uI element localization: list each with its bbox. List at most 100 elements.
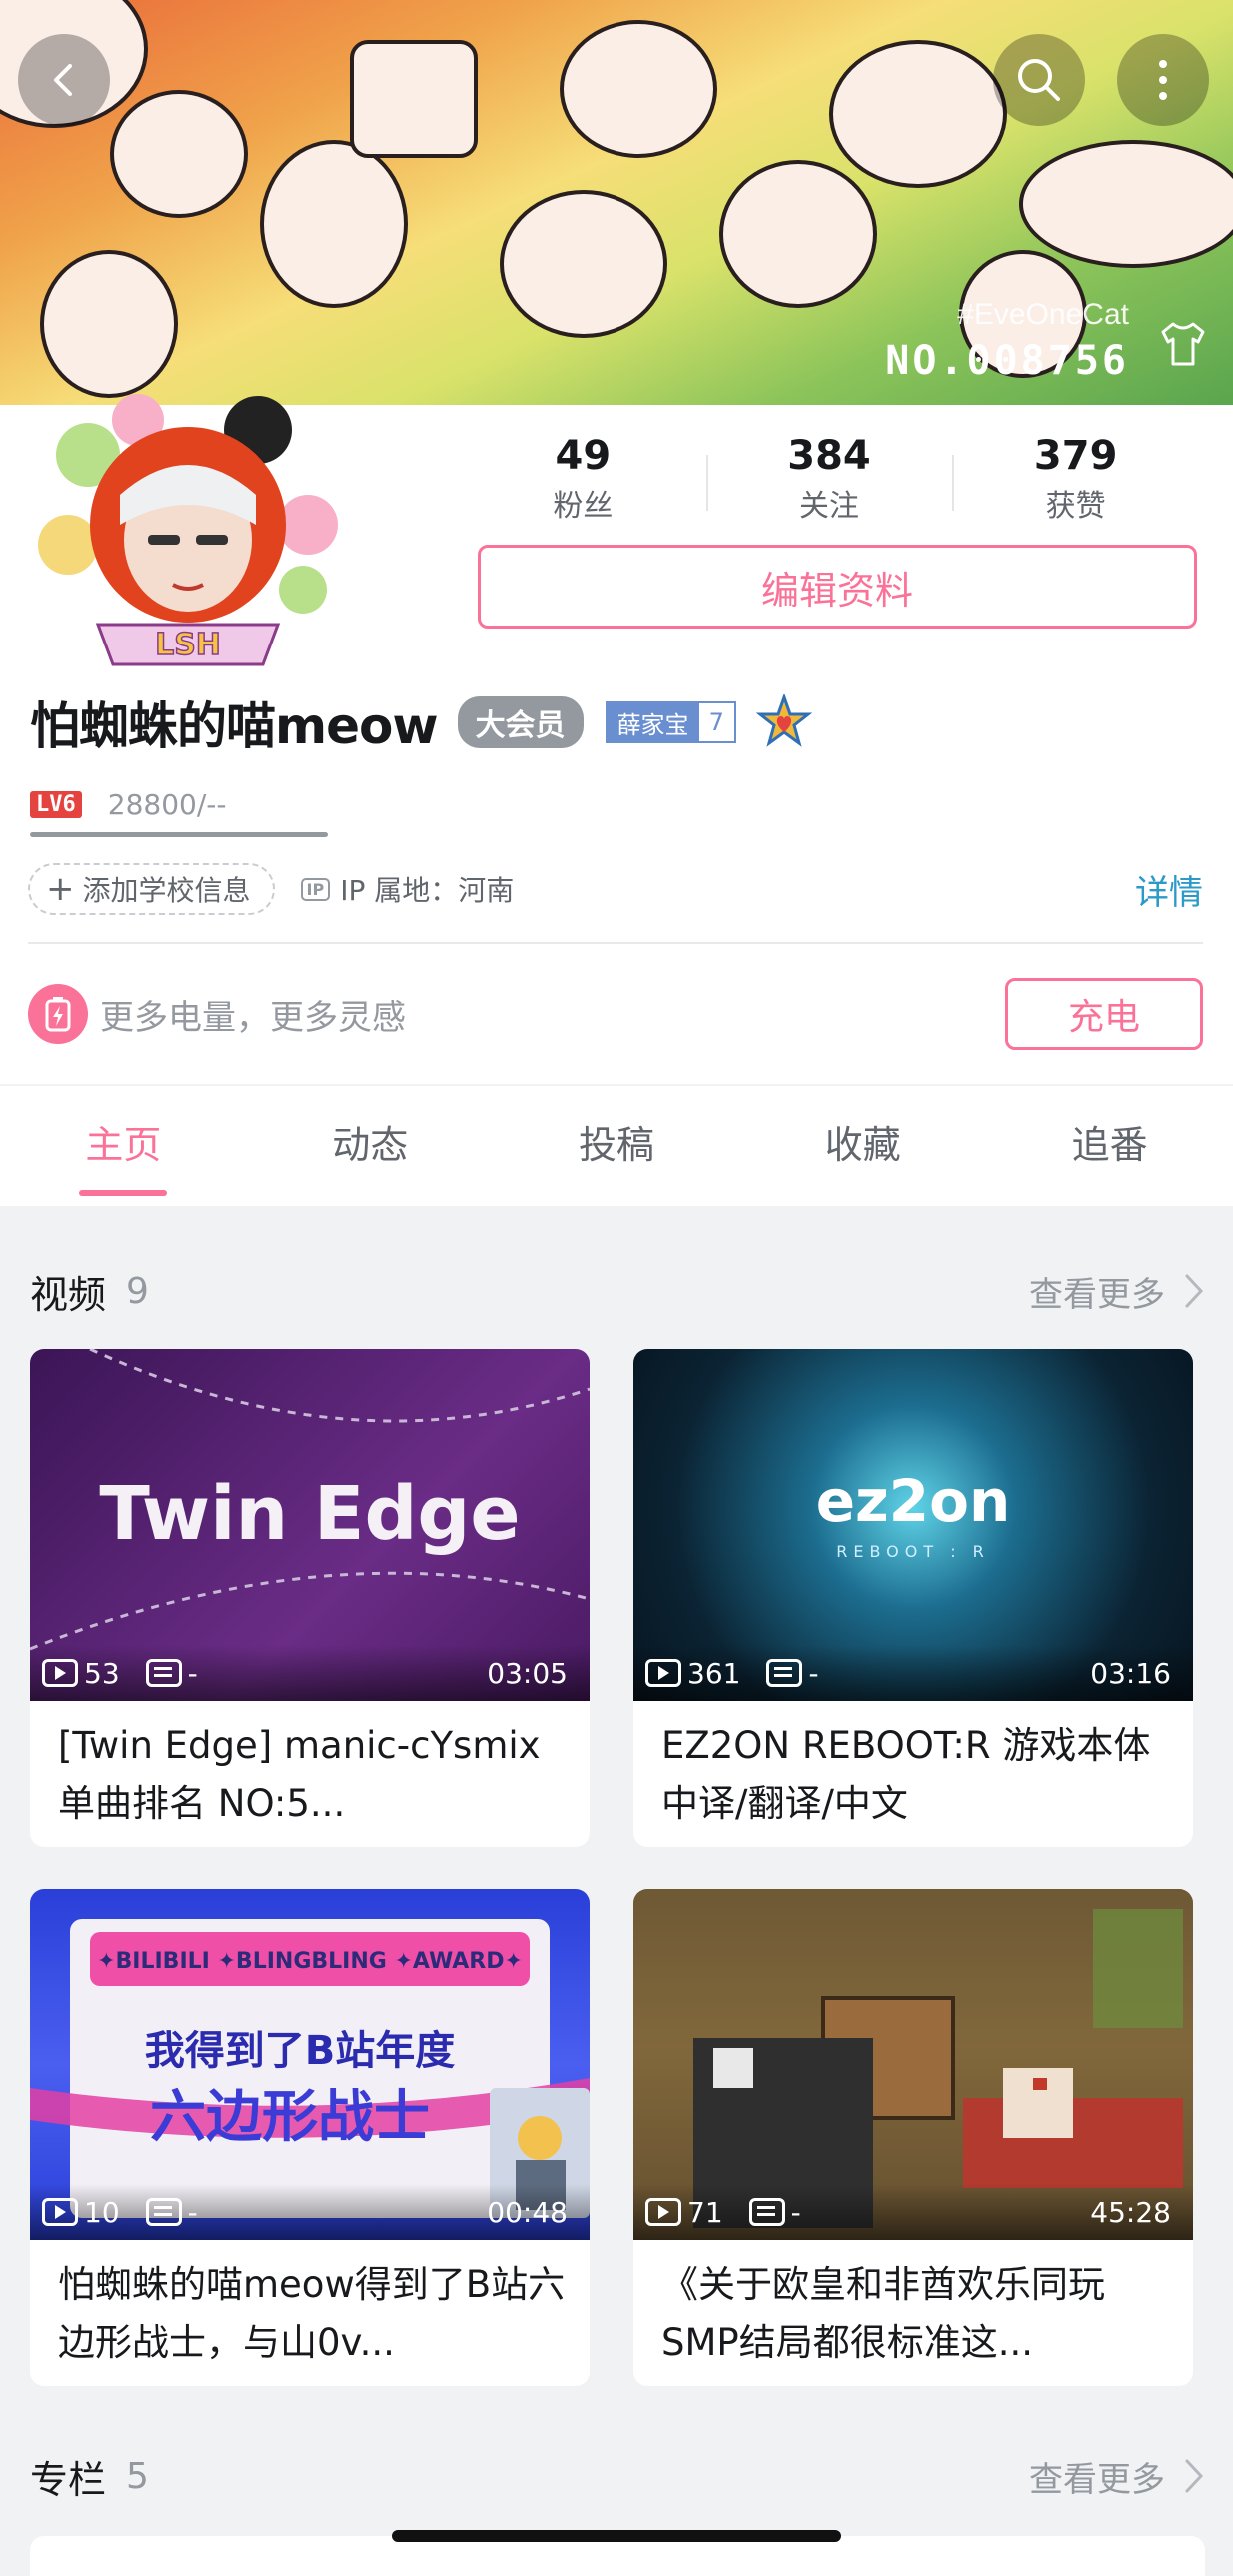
details-link[interactable]: 详情	[1135, 865, 1203, 914]
video-thumbnail: ✦BILIBILI ✦BLINGBLING ✦AWARD✦ 我得到了B站年度 六…	[30, 1889, 590, 2240]
back-button[interactable]	[18, 34, 110, 126]
play-count-icon	[645, 1659, 681, 1687]
medal-level: 7	[698, 703, 734, 741]
banner-doodle	[350, 40, 478, 158]
stat-label: 关注	[799, 489, 859, 524]
stat-label: 获赞	[1045, 489, 1106, 524]
level-badge: LV6	[30, 791, 82, 818]
danmaku-icon	[748, 2198, 785, 2226]
plus-icon: +	[46, 869, 75, 909]
video-meta: 361 - 03:16	[633, 1645, 1193, 1701]
profile-tabs: 主页 动态 投稿 收藏 追番	[0, 1086, 1233, 1206]
video-card[interactable]: ez2on REBOOT : R 361 - 03:16 EZ2ON REBOO…	[633, 1349, 1193, 1847]
duration: 45:28	[1090, 2195, 1171, 2229]
view-more-label: 查看更多	[1029, 2459, 1165, 2500]
view-count: 71	[687, 2195, 723, 2229]
profile-banner: #EveOneCat NO.008756	[0, 0, 1233, 405]
play-count-icon	[42, 1659, 78, 1687]
play-count-icon	[645, 2198, 681, 2226]
tab-home[interactable]: 主页	[0, 1086, 247, 1206]
chevron-right-icon	[1185, 2459, 1204, 2493]
video-meta: 71 - 45:28	[633, 2184, 1193, 2240]
banner-doodle	[829, 40, 1007, 188]
level-row: LV6 28800/--	[30, 788, 226, 821]
home-indicator[interactable]	[392, 2530, 841, 2542]
stat-likes[interactable]: 379 获赞	[952, 433, 1199, 524]
battery-icon	[28, 984, 88, 1044]
profile-stats: 49 粉丝 384 关注 379 获赞	[460, 433, 1199, 524]
video-card[interactable]: Twin Edge 53 - 03:05 [Twin Edge] manic-c…	[30, 1349, 590, 1847]
search-button[interactable]	[993, 34, 1085, 126]
stat-fans[interactable]: 49 粉丝	[460, 433, 706, 524]
video-meta: 10 - 00:48	[30, 2184, 590, 2240]
video-thumbnail: 71 - 45:28	[633, 1889, 1193, 2240]
thumbnail-line-1: 我得到了B站年度	[145, 2028, 456, 2074]
video-thumbnail: ez2on REBOOT : R 361 - 03:16	[633, 1349, 1193, 1701]
danmaku-count: -	[187, 2195, 198, 2229]
tab-bangumi[interactable]: 追番	[986, 1086, 1233, 1206]
banner-tag: #EveOneCat	[957, 298, 1129, 331]
tab-uploads[interactable]: 投稿	[494, 1086, 740, 1206]
profile-card: LSH 49 粉丝 384 关注 379 获赞 编辑资料 怕蜘蛛的喵meow 大…	[0, 394, 1233, 1084]
tab-dynamics[interactable]: 动态	[247, 1086, 494, 1206]
search-icon	[1018, 59, 1060, 101]
username: 怕蜘蛛的喵meow	[30, 697, 439, 755]
thumbnail-text: ez2on	[816, 1467, 1011, 1535]
video-title: EZ2ON REBOOT:R 游戏本体 中译/翻译/中文	[661, 1724, 1151, 1825]
chevron-left-icon	[54, 64, 72, 96]
stat-number: 384	[787, 433, 871, 479]
banner-doodle	[560, 20, 717, 158]
video-title: [Twin Edge] manic-cYsmix 单曲排名 NO:5...	[58, 1724, 541, 1825]
banner-doodle	[110, 90, 248, 218]
charge-button[interactable]: 充电	[1005, 978, 1203, 1050]
danmaku-count: -	[808, 1656, 819, 1690]
experience-text: 28800/--	[107, 788, 227, 821]
banner-number: NO.008756	[885, 338, 1129, 384]
more-vertical-icon	[1159, 60, 1167, 100]
banner-doodle	[260, 140, 408, 308]
achievement-badge-icon[interactable]	[755, 694, 812, 750]
avatar-text: LSH	[155, 628, 221, 662]
medal-name: 薛家宝	[607, 703, 699, 741]
avatar[interactable]: LSH	[28, 375, 348, 674]
ip-location-text: IP 属地：河南	[340, 874, 515, 907]
section-count: 9	[126, 1270, 149, 1312]
name-row: 怕蜘蛛的喵meow 大会员 薛家宝 7	[30, 684, 812, 760]
view-count: 10	[84, 2195, 120, 2229]
section-title: 视频	[30, 1272, 107, 1317]
fan-medal[interactable]: 薛家宝 7	[605, 701, 736, 743]
danmaku-count: -	[790, 2195, 801, 2229]
duration: 00:48	[487, 2195, 568, 2229]
t-shirt-icon[interactable]	[1155, 316, 1211, 372]
view-more-columns[interactable]: 查看更多	[1029, 2452, 1205, 2501]
add-school-button[interactable]: + 添加学校信息	[28, 863, 275, 915]
danmaku-icon	[766, 1659, 803, 1687]
video-card[interactable]: 71 - 45:28 《关于欧皇和非酋欢乐同玩SMP结局都很标准这...	[633, 1889, 1193, 2386]
duration: 03:16	[1090, 1656, 1171, 1690]
edit-profile-button[interactable]: 编辑资料	[478, 545, 1197, 629]
add-school-label: 添加学校信息	[82, 874, 251, 907]
thumbnail-text: Twin Edge	[99, 1471, 520, 1557]
charge-text: 更多电量，更多灵感	[100, 997, 406, 1038]
tab-favorites[interactable]: 收藏	[739, 1086, 986, 1206]
charge-row: 更多电量，更多灵感 充电	[28, 976, 1203, 1052]
danmaku-icon	[145, 1659, 182, 1687]
stat-following[interactable]: 384 关注	[705, 433, 953, 524]
section-title: 专栏	[30, 2457, 107, 2502]
columns-section-header: 专栏 5 查看更多	[30, 2446, 1205, 2506]
thumbnail-subtext: REBOOT : R	[836, 1542, 990, 1561]
view-count: 53	[84, 1656, 120, 1690]
more-button[interactable]	[1117, 34, 1209, 126]
view-more-label: 查看更多	[1029, 1274, 1165, 1315]
section-count: 5	[126, 2455, 149, 2497]
videos-section-header: 视频 9 查看更多	[30, 1261, 1205, 1321]
stat-number: 49	[555, 433, 612, 479]
banner-doodle	[1019, 140, 1233, 268]
experience-bar	[30, 832, 328, 837]
video-card[interactable]: ✦BILIBILI ✦BLINGBLING ✦AWARD✦ 我得到了B站年度 六…	[30, 1889, 590, 2386]
column-card[interactable]	[30, 2536, 1205, 2576]
view-more-videos[interactable]: 查看更多	[1029, 1267, 1205, 1316]
duration: 03:05	[487, 1656, 568, 1690]
vip-badge[interactable]: 大会员	[457, 696, 584, 748]
view-count: 361	[687, 1656, 741, 1690]
